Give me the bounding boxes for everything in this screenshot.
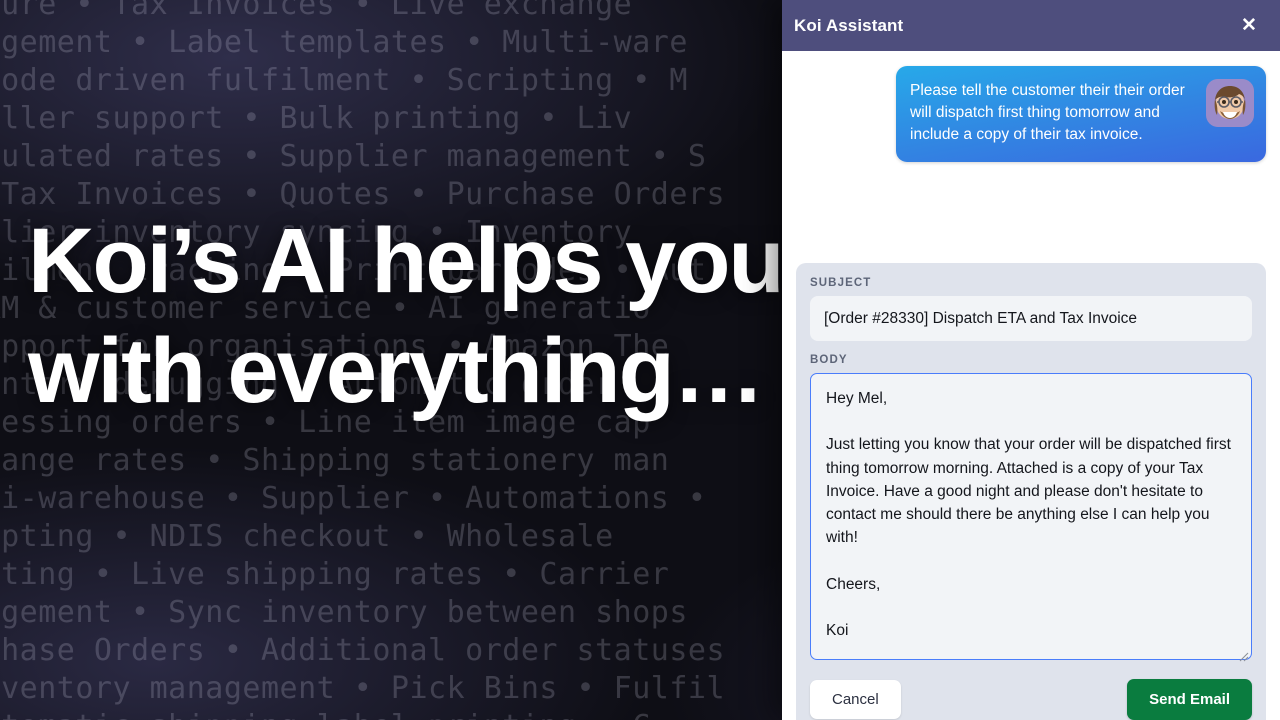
body-label: BODY: [810, 354, 848, 366]
subject-label: SUBJECT: [810, 277, 872, 289]
panel-body: Please tell the customer their their ord…: [782, 51, 1280, 720]
form-actions: Cancel Send Email: [810, 679, 1252, 720]
marketing-headline: Koi’s AI helps you with everything…: [28, 210, 785, 422]
send-email-button[interactable]: Send Email: [1127, 679, 1252, 720]
chat-area: Please tell the customer their their ord…: [782, 51, 1280, 162]
body-textarea[interactable]: [810, 373, 1252, 660]
screenshot-root: pture • Tax Invoices • Live exchange nage…: [0, 0, 1280, 720]
body-textarea-wrap: [810, 373, 1252, 665]
chat-message-text: Please tell the customer their their ord…: [910, 82, 1185, 143]
panel-title: Koi Assistant: [794, 15, 904, 35]
cancel-button[interactable]: Cancel: [810, 680, 901, 719]
koi-assistant-panel: Koi Assistant ✕ Please tell the customer…: [782, 0, 1280, 720]
email-compose-form: SUBJECT BODY Cancel Send Email: [796, 263, 1266, 720]
subject-input[interactable]: [810, 296, 1252, 341]
chat-message-bubble: Please tell the customer their their ord…: [896, 66, 1266, 162]
panel-header: Koi Assistant ✕: [782, 0, 1280, 51]
close-icon[interactable]: ✕: [1236, 13, 1262, 39]
user-avatar: [1206, 79, 1254, 127]
